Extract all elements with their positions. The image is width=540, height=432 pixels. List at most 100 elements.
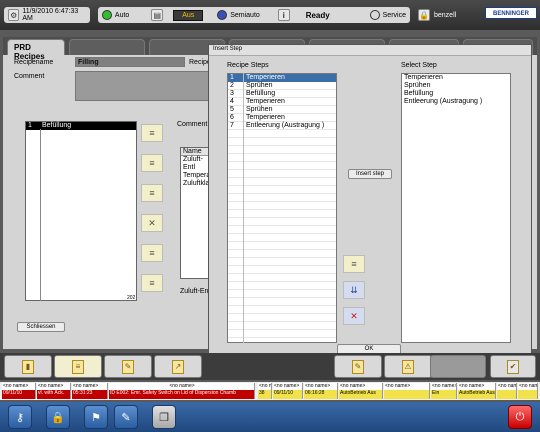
event-header: <no name> bbox=[304, 383, 338, 390]
alarm-button[interactable]: ⚠ bbox=[384, 355, 432, 378]
list-item[interactable]: 1 Temperieren bbox=[228, 74, 336, 82]
tab-prd-recipes[interactable]: PRD Recipes bbox=[7, 39, 65, 61]
mode-service-label[interactable]: Service bbox=[383, 12, 406, 19]
datetime-display: ⚙ 11/9/2010 6:47:33 AM bbox=[4, 7, 90, 23]
alarm-time[interactable]: 05:31:23 bbox=[72, 390, 108, 399]
mode-auto-label[interactable]: Auto bbox=[115, 12, 129, 19]
remove-step-icon[interactable]: ✕ bbox=[343, 307, 365, 325]
event-header: <no name> bbox=[497, 383, 517, 390]
event-header: <no name> bbox=[518, 383, 538, 390]
insert-step-button[interactable]: Insert step bbox=[348, 169, 392, 179]
mode-semiauto-label[interactable]: Semiauto bbox=[230, 12, 260, 19]
service-indicator-icon[interactable] bbox=[369, 10, 380, 20]
semiauto-indicator-icon[interactable] bbox=[217, 10, 228, 20]
move-down-icon[interactable]: ⇊ bbox=[343, 281, 365, 299]
tools-button[interactable]: ✎ bbox=[334, 355, 382, 378]
mode-selector: Auto ▤ Aus Semiauto i Ready Service bbox=[98, 7, 410, 23]
insert-step-icon[interactable]: ≡ bbox=[141, 154, 163, 172]
table-row[interactable]: Zuluft-Entl bbox=[181, 156, 211, 172]
brand-logo: BENNINGER bbox=[485, 7, 537, 19]
event-date[interactable]: 09/11/10 bbox=[273, 390, 303, 399]
datetime-text: 11/9/2010 6:47:33 AM bbox=[22, 8, 79, 22]
alarm-strip: <no name> 09/11/10 <no name> vl. with Ac… bbox=[0, 382, 540, 400]
list-item[interactable]: Sprühen bbox=[404, 82, 510, 90]
step-comment-label: Comment bbox=[177, 121, 208, 128]
comment-field[interactable] bbox=[75, 71, 209, 101]
list-item[interactable]: 2 Sprühen bbox=[228, 82, 336, 90]
screens-button[interactable]: ❐ bbox=[152, 405, 176, 429]
alarm-message[interactable]: ID E002: Emr. Safety Switch on Lid of Di… bbox=[109, 390, 255, 399]
info-icon[interactable]: i bbox=[277, 9, 290, 21]
event-extra[interactable] bbox=[497, 390, 517, 399]
event-message-2[interactable]: AutoBetrieb Aus bbox=[458, 390, 496, 399]
alarm-type[interactable]: vl. with Ack. bbox=[37, 390, 71, 399]
tools-icon: ✎ bbox=[352, 359, 364, 374]
acknowledge-button[interactable]: ✔ bbox=[490, 355, 536, 378]
recipename-field[interactable]: Filling bbox=[75, 57, 185, 67]
list-item[interactable]: 6 Temperieren bbox=[228, 114, 336, 122]
wrench-icon: ✎ bbox=[121, 411, 131, 424]
list-item[interactable]: Entleerung (Austragung ) bbox=[404, 98, 510, 106]
recipe-steps-label: Recipe Steps bbox=[227, 62, 269, 69]
mode-off-icon[interactable]: ▤ bbox=[151, 9, 164, 21]
system-icon[interactable]: ⚙ bbox=[8, 9, 20, 21]
table-row[interactable]: Temperatu bbox=[181, 172, 216, 180]
list-item[interactable]: 3 Befüllung bbox=[228, 90, 336, 98]
table-header-name: Name bbox=[181, 148, 211, 156]
power-button[interactable]: ⏻ bbox=[508, 405, 532, 429]
step-properties-icon[interactable]: ≡ bbox=[141, 124, 163, 142]
event-state[interactable]: Ein bbox=[431, 390, 457, 399]
event-message[interactable]: AutoBetrieb Aus bbox=[339, 390, 383, 399]
recipes-button[interactable]: ≡ bbox=[54, 355, 102, 378]
step-details-icon[interactable]: ≡ bbox=[343, 255, 365, 273]
delete-step-icon[interactable]: ✕ bbox=[141, 214, 163, 232]
trend-button[interactable]: ↗ bbox=[154, 355, 202, 378]
event-time[interactable]: 06:16:28 bbox=[304, 390, 338, 399]
add-step-icon[interactable]: ≡ bbox=[141, 184, 163, 202]
list-item[interactable]: Temperieren bbox=[404, 74, 510, 82]
lock-icon: 🔒 bbox=[51, 411, 65, 424]
table-row[interactable]: Zuluftklapp bbox=[181, 180, 217, 188]
event-header: <no name> bbox=[339, 383, 383, 390]
event-value[interactable] bbox=[384, 390, 430, 399]
mode-off-button[interactable]: Aus bbox=[173, 9, 204, 21]
status-text: Ready bbox=[305, 10, 330, 20]
acknowledge-icon: ✔ bbox=[507, 359, 519, 374]
list-item[interactable]: 1 Befüllung bbox=[26, 122, 136, 130]
lock-icon[interactable]: 🔒 bbox=[418, 9, 430, 21]
edit-button[interactable]: ✎ bbox=[104, 355, 152, 378]
login-button[interactable]: ⚷ bbox=[8, 405, 32, 429]
alarm-date[interactable]: 09/11/10 bbox=[2, 390, 36, 399]
recipe-steps-list[interactable]: 1 Befüllung bbox=[25, 121, 137, 301]
event-extra-2[interactable] bbox=[518, 390, 538, 399]
event-header: <no name> bbox=[458, 383, 496, 390]
event-id[interactable]: 38 bbox=[258, 390, 272, 399]
user-name: benzell bbox=[434, 11, 457, 19]
machine-icon: ▮ bbox=[22, 359, 34, 374]
lock-button[interactable]: 🔒 bbox=[46, 405, 70, 429]
list-column-divider bbox=[40, 129, 41, 301]
insert-step-dialog: Insert Step Recipe Steps Select Step 1 Te… bbox=[208, 44, 532, 360]
edit-icon: ✎ bbox=[122, 359, 134, 374]
move-step-icon[interactable]: ≡ bbox=[141, 244, 163, 262]
function-icon-bar: ▮ ≡ ✎ ↗ ✎ ⚠ ✔ bbox=[0, 353, 540, 380]
machine-button[interactable]: ▮ bbox=[4, 355, 52, 378]
alarm-header: <no name> bbox=[72, 383, 108, 390]
select-step-list[interactable]: Temperieren Sprühen Befüllung Entleerung… bbox=[401, 73, 511, 343]
event-header: <no name> bbox=[273, 383, 303, 390]
recipename-label: Recipename bbox=[14, 59, 54, 66]
windows-icon: ❐ bbox=[159, 411, 169, 424]
list-item[interactable]: 4 Temperieren bbox=[228, 98, 336, 106]
alarm-header: <no name> bbox=[109, 383, 255, 390]
flag-button[interactable]: ⚑ bbox=[84, 405, 108, 429]
tab-2[interactable] bbox=[69, 39, 145, 55]
list-item[interactable]: 5 Sprühen bbox=[228, 106, 336, 114]
tools-button[interactable]: ✎ bbox=[114, 405, 138, 429]
copy-step-icon[interactable]: ≡ bbox=[141, 274, 163, 292]
recipes-icon: ≡ bbox=[72, 359, 84, 374]
user-area: 🔒 benzell bbox=[414, 7, 480, 23]
close-button[interactable]: Schliessen bbox=[17, 322, 65, 332]
list-item[interactable]: 7 Entleerung (Austragung ) bbox=[228, 122, 336, 130]
auto-indicator-icon[interactable] bbox=[102, 10, 112, 20]
list-item[interactable]: Befüllung bbox=[404, 90, 510, 98]
